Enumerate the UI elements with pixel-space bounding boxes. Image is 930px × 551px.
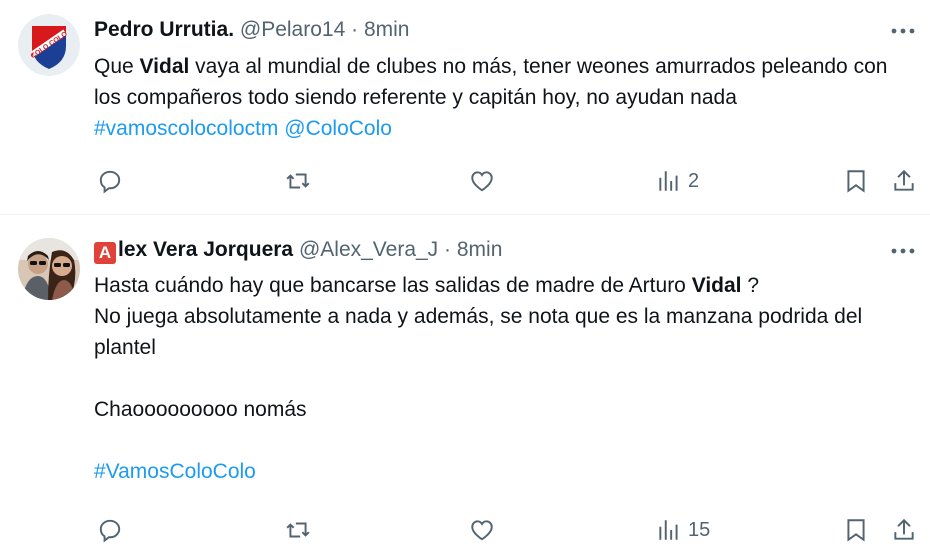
share-button[interactable]: [891, 166, 917, 196]
timestamp[interactable]: 8min: [457, 238, 503, 261]
text-segment: ?: [741, 274, 760, 297]
like-button[interactable]: [469, 166, 501, 196]
avatar[interactable]: [18, 238, 80, 300]
reply-button[interactable]: [97, 166, 129, 196]
reply-icon: [99, 170, 121, 194]
hashtag-link[interactable]: #VamosColoColo: [94, 460, 256, 483]
bold-text: Vidal: [139, 55, 190, 78]
name-badge: A: [94, 242, 116, 264]
bookmark-icon: [847, 170, 865, 193]
author-name[interactable]: Pedro Urrutia.: [94, 18, 234, 41]
retweet-icon: [286, 522, 310, 538]
separator: ·: [351, 18, 359, 41]
mention-link[interactable]: @ColoColo: [284, 117, 392, 140]
tweet-header: Alex Vera Jorquera @Alex_Vera_J · 8min: [94, 237, 502, 264]
share-icon: [894, 169, 914, 191]
views-button[interactable]: 15: [656, 515, 710, 545]
action-bar: 15: [0, 515, 930, 545]
author-handle[interactable]: @Alex_Vera_J: [299, 238, 438, 261]
view-count: 15: [688, 518, 711, 541]
hashtag-link[interactable]: #vamoscolocoloctm: [94, 117, 278, 140]
views-icon: [659, 520, 678, 540]
tweet[interactable]: Alex Vera Jorquera @Alex_Vera_J · 8min H…: [0, 215, 930, 551]
more-icon[interactable]: [890, 245, 916, 257]
text-line: No juega absolutamente a nada y además, …: [94, 305, 863, 359]
text-segment: Que: [94, 55, 140, 78]
tweet-header: Pedro Urrutia. @Pelaro14 · 8min: [94, 17, 409, 43]
separator: ·: [444, 238, 452, 261]
views-icon: [659, 171, 678, 191]
author-name[interactable]: lex Vera Jorquera: [118, 238, 293, 261]
tweet-text: Que Vidal vaya al mundial de clubes no m…: [94, 51, 894, 144]
bookmark-icon: [847, 519, 865, 542]
share-icon: [894, 518, 914, 540]
reply-button[interactable]: [97, 515, 129, 545]
retweet-button[interactable]: [285, 515, 317, 545]
bookmark-button[interactable]: [843, 166, 869, 196]
bold-text: Vidal: [691, 274, 742, 297]
avatar[interactable]: COLO COLO: [18, 14, 80, 76]
like-icon: [471, 171, 493, 192]
reply-icon: [99, 519, 121, 543]
like-button[interactable]: [469, 515, 501, 545]
timestamp[interactable]: 8min: [364, 18, 410, 41]
text-segment: Hasta cuándo hay que bancarse las salida…: [94, 274, 692, 297]
author-handle[interactable]: @Pelaro14: [240, 18, 345, 41]
text-segment: vaya al mundial de clubes no más, tener …: [94, 55, 888, 109]
retweet-button[interactable]: [285, 166, 317, 196]
text-line: Chaooooooooo nomás: [94, 398, 307, 421]
couple-photo-icon: [18, 238, 80, 300]
bookmark-button[interactable]: [843, 515, 869, 545]
colo-colo-crest-icon: COLO COLO: [18, 14, 80, 76]
share-button[interactable]: [891, 515, 917, 545]
like-icon: [471, 520, 493, 541]
retweet-icon: [286, 173, 310, 189]
view-count: 2: [688, 169, 700, 192]
tweet-text: Hasta cuándo hay que bancarse las salida…: [94, 270, 894, 487]
tweet[interactable]: COLO COLO Pedro Urrutia. @Pelaro14 · 8mi…: [0, 0, 930, 214]
views-button[interactable]: 2: [656, 166, 699, 196]
action-bar: 2: [0, 166, 930, 196]
more-icon[interactable]: [890, 25, 916, 37]
